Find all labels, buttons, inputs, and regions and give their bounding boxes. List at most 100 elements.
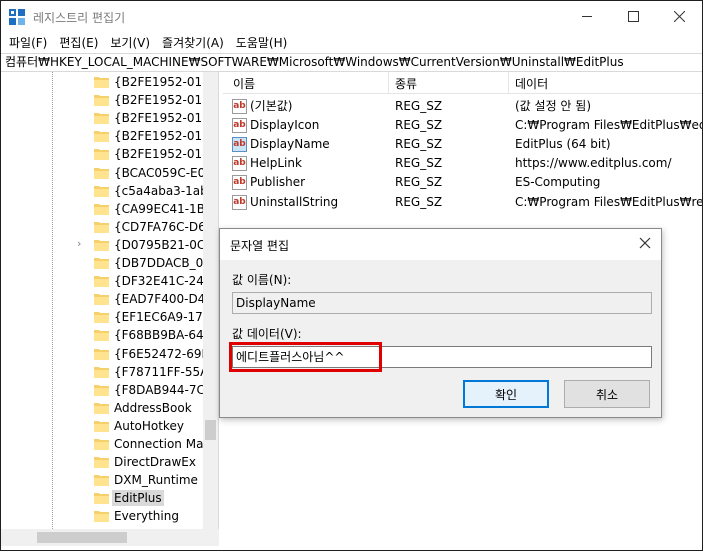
status-bar [219, 529, 702, 546]
value-type: REG_SZ [395, 175, 443, 190]
tree-item[interactable]: › {D0795B21-0CD [1, 236, 215, 254]
tree-item[interactable]: DXM_Runtime [1, 471, 203, 489]
value-type: REG_SZ [395, 156, 443, 171]
tree-item[interactable]: {F8DAB944-7CC [1, 381, 213, 399]
tree-item[interactable]: {B2FE1952-0186 [1, 127, 217, 145]
folder-icon [94, 95, 109, 107]
column-separator[interactable] [388, 72, 389, 94]
value-type: REG_SZ [395, 137, 443, 152]
value-row[interactable]: ab Publisher REG_SZ ES-Computing [223, 173, 702, 192]
tree-item[interactable]: AddressBook [1, 399, 203, 417]
folder-icon [94, 493, 109, 505]
value-data: https://www.editplus.com/ [515, 156, 672, 171]
value-data-highlight-box [229, 342, 382, 372]
tree-item[interactable]: {F78711FF-55A2 [1, 363, 216, 381]
value-row[interactable]: ab DisplayIcon REG_SZ C:₩Program Files₩Edit… [223, 116, 702, 135]
close-button[interactable] [656, 1, 702, 32]
tree-item-label: {CD7FA76C-D6A [114, 219, 214, 234]
tree-item[interactable]: {DF32E41C-24A [1, 272, 212, 290]
dialog-title: 문자열 편집 [230, 239, 290, 253]
value-row[interactable]: ab (기본값) REG_SZ (값 설정 안 됨) [223, 97, 702, 116]
folder-icon [94, 348, 109, 360]
tree-hscroll-thumb[interactable] [37, 532, 127, 543]
folder-icon [94, 511, 109, 523]
title-bar[interactable]: 레지스트리 편집기 [1, 1, 702, 32]
tree-item-label: {DF32E41C-24A [114, 274, 213, 289]
value-data: EditPlus (64 bit) [515, 137, 611, 152]
header-data[interactable]: 데이터 [515, 75, 548, 92]
tree-item[interactable]: {c5a4aba3-1aba [1, 182, 215, 200]
tree-item[interactable]: {F68BB9BA-643I [1, 326, 215, 344]
tree-item[interactable]: {B2FE1952-0186 [1, 91, 217, 109]
minimize-icon [581, 16, 592, 17]
tree-item-label: {B2FE1952-0186 [114, 111, 218, 126]
tree-item[interactable]: Connection Mar [1, 435, 208, 453]
tree-item[interactable]: {DB7DDACB_02 [1, 254, 211, 272]
value-data: (값 설정 안 됨) [515, 99, 592, 113]
value-row[interactable]: ab DisplayName REG_SZ EditPlus (64 bit) [223, 135, 702, 154]
value-name: DisplayName [250, 137, 330, 152]
value-name-field: DisplayName [232, 292, 652, 314]
string-value-icon: ab [232, 118, 247, 134]
value-type: REG_SZ [395, 99, 443, 113]
tree-item[interactable]: DirectDrawEx [1, 453, 203, 471]
string-value-icon: ab [232, 156, 247, 172]
header-type[interactable]: 종류 [395, 75, 417, 92]
tree-item-label: {EF1EC6A9-17D [114, 310, 213, 325]
string-value-icon: ab [232, 137, 247, 153]
folder-icon [94, 330, 109, 342]
tree-item[interactable]: EditPlus [1, 489, 203, 507]
edit-string-dialog: 문자열 편집 값 이름(N): DisplayName 값 데이터(V): 에디… [219, 228, 662, 418]
expand-chevron-icon[interactable]: › [77, 238, 87, 249]
tree-item-label: {F78711FF-55A2 [114, 364, 216, 379]
value-data: C:₩Program Files₩EditPlus₩editpl [515, 118, 702, 133]
minimize-button[interactable] [564, 1, 610, 32]
tree-item[interactable]: {B2FE1952-0186 [1, 145, 217, 163]
dialog-body: 값 이름(N): DisplayName 값 데이터(V): 에디트플러스아님^… [220, 260, 661, 417]
maximize-button[interactable] [610, 1, 656, 32]
ok-button[interactable]: 확인 [463, 380, 549, 408]
tree-item[interactable]: {B2FE1952-0186 [1, 109, 217, 127]
menu-view[interactable]: 보기(V) [104, 34, 156, 51]
tree-item[interactable]: {F6E52472-69EE [1, 345, 217, 363]
tree-item-label: DXM_Runtime [114, 473, 198, 488]
address-bar[interactable]: 컴퓨터₩HKEY_LOCAL_MACHINE₩SOFTWARE₩Microsof… [1, 53, 702, 72]
value-data: C:₩Program Files₩EditPlus₩remov [515, 194, 702, 209]
tree-item-label: {c5a4aba3-1aba [114, 183, 216, 198]
tree-item[interactable]: {CA99EC41-1B3 [1, 200, 213, 218]
tree-item[interactable]: {BCAC059C-E06 [1, 164, 213, 182]
value-data: ES-Computing [515, 175, 601, 190]
cancel-button[interactable]: 취소 [564, 380, 650, 408]
menu-help[interactable]: 도움말(H) [230, 34, 294, 51]
folder-icon [94, 258, 109, 269]
folder-icon [94, 276, 109, 288]
dialog-close-icon[interactable] [637, 235, 653, 251]
header-name[interactable]: 이름 [233, 75, 255, 92]
tree-item-label: {BCAC059C-E06 [114, 165, 213, 180]
tree-item[interactable]: AutoHotkey [1, 417, 203, 435]
tree-horizontal-scrollbar[interactable] [1, 529, 219, 546]
folder-icon [94, 185, 109, 197]
tree-item[interactable]: {EF1EC6A9-17D [1, 308, 212, 326]
value-row[interactable]: ab UninstallString REG_SZ C:₩Program Files₩… [223, 193, 702, 212]
folder-icon [94, 439, 109, 450]
tree-item[interactable]: {CD7FA76C-D6A [1, 218, 214, 236]
menu-edit[interactable]: 편집(E) [53, 34, 104, 51]
folder-icon [94, 149, 109, 161]
menu-file[interactable]: 파일(F) [3, 34, 53, 51]
tree-item-label: {EAD7F400-D47 [114, 292, 213, 307]
string-value-icon: ab [232, 194, 247, 210]
tree-vertical-scrollbar[interactable] [203, 72, 218, 529]
registry-app-icon [9, 9, 25, 25]
column-separator[interactable] [508, 72, 509, 94]
tree-item[interactable]: Everything [1, 507, 203, 525]
menu-favorites[interactable]: 즐겨찾기(A) [156, 34, 230, 51]
tree-item[interactable]: {B2FE1952-0186 [1, 73, 217, 91]
value-row[interactable]: ab HelpLink REG_SZ https://www.editplus.com… [223, 154, 702, 173]
folder-icon [94, 420, 109, 432]
tree-item-label: Connection Mar [114, 437, 209, 451]
tree-scroll-thumb[interactable] [205, 420, 216, 440]
folder-icon [94, 457, 109, 469]
tree-item-label: {D0795B21-0CD [114, 237, 215, 252]
tree-item[interactable]: {EAD7F400-D47 [1, 290, 213, 308]
